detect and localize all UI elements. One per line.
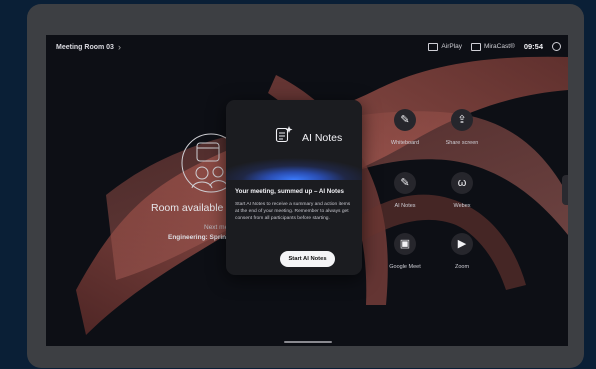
- room-name[interactable]: Meeting Room 03: [56, 44, 114, 51]
- dialog-hero-title: AI Notes: [302, 132, 343, 144]
- app-webex[interactable]: ω Webex: [432, 172, 492, 209]
- ai-notes-dialog: AI Notes Your meeting, summed up – AI No…: [226, 100, 362, 275]
- app-google-meet[interactable]: ▣ Google Meet: [375, 233, 435, 270]
- room-chevron-icon[interactable]: ›: [118, 42, 121, 52]
- share-screen-icon: ⇪: [451, 109, 473, 131]
- home-indicator[interactable]: [284, 341, 332, 343]
- clock: 09:54: [523, 42, 543, 51]
- side-panel-handle[interactable]: [562, 175, 568, 205]
- settings-icon[interactable]: [552, 42, 561, 51]
- miracast-status[interactable]: MiraCast®: [471, 42, 515, 51]
- dialog-body: Start AI Notes to receive a summary and …: [235, 202, 351, 222]
- google-meet-icon: ▣: [394, 233, 416, 255]
- top-status-bar: Meeting Room 03 › AirPlay MiraCast® 09:5…: [46, 35, 568, 59]
- app-whiteboard[interactable]: ✎ Whiteboard: [375, 109, 435, 146]
- app-label: Zoom: [454, 264, 470, 270]
- airplay-status[interactable]: AirPlay: [428, 42, 463, 51]
- pencil-icon: ✎: [394, 109, 416, 131]
- miracast-icon: [471, 42, 482, 51]
- app-label: Whiteboard: [390, 140, 420, 146]
- start-ai-notes-button[interactable]: Start AI Notes: [280, 251, 335, 267]
- dialog-heading: Your meeting, summed up – AI Notes: [235, 188, 344, 195]
- status-right-group: AirPlay MiraCast® 09:54: [428, 42, 561, 51]
- app-label: Google Meet: [389, 264, 421, 270]
- app-share-screen[interactable]: ⇪ Share screen: [432, 109, 492, 146]
- app-label: AI Notes: [394, 203, 416, 209]
- webex-icon: ω: [451, 172, 473, 194]
- app-label: Share screen: [445, 140, 479, 146]
- airplay-icon: [428, 42, 439, 51]
- ai-notes-icon: [275, 126, 293, 143]
- zoom-icon: ▶: [451, 233, 473, 255]
- app-zoom[interactable]: ▶ Zoom: [432, 233, 492, 270]
- ai-notes-icon: ✎: [394, 172, 416, 194]
- airplay-label: AirPlay: [441, 43, 463, 50]
- next-meeting-title: Engineering: Sprin: [168, 234, 227, 241]
- room-available-text: Room available n: [151, 202, 233, 214]
- miracast-label: MiraCast®: [484, 43, 515, 50]
- app-ai-notes[interactable]: ✎ AI Notes: [375, 172, 435, 209]
- app-label: Webex: [453, 203, 471, 209]
